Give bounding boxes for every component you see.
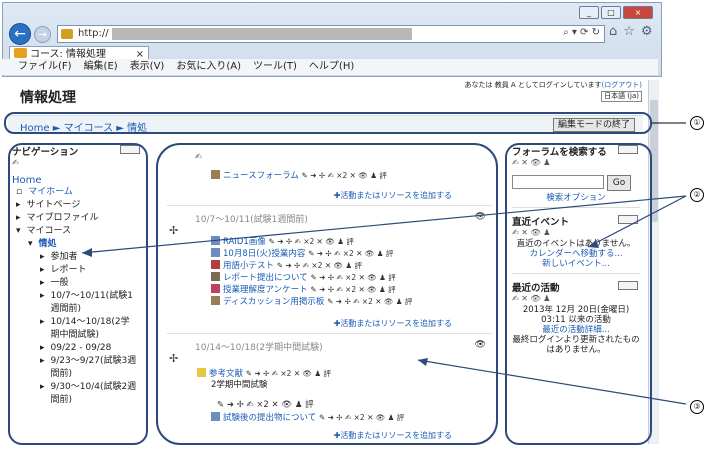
annotation-number-3: ③ <box>690 400 704 414</box>
screenshot-frame: _ □ × ← → http:// ⌕ ▾ ⟳ ↻ ⌂ ☆ ⚙ コース: 情報処… <box>0 0 722 449</box>
annotation-number-2: ② <box>690 188 704 202</box>
annotation-number-1: ① <box>690 116 704 130</box>
annotation-arrows <box>81 122 687 405</box>
